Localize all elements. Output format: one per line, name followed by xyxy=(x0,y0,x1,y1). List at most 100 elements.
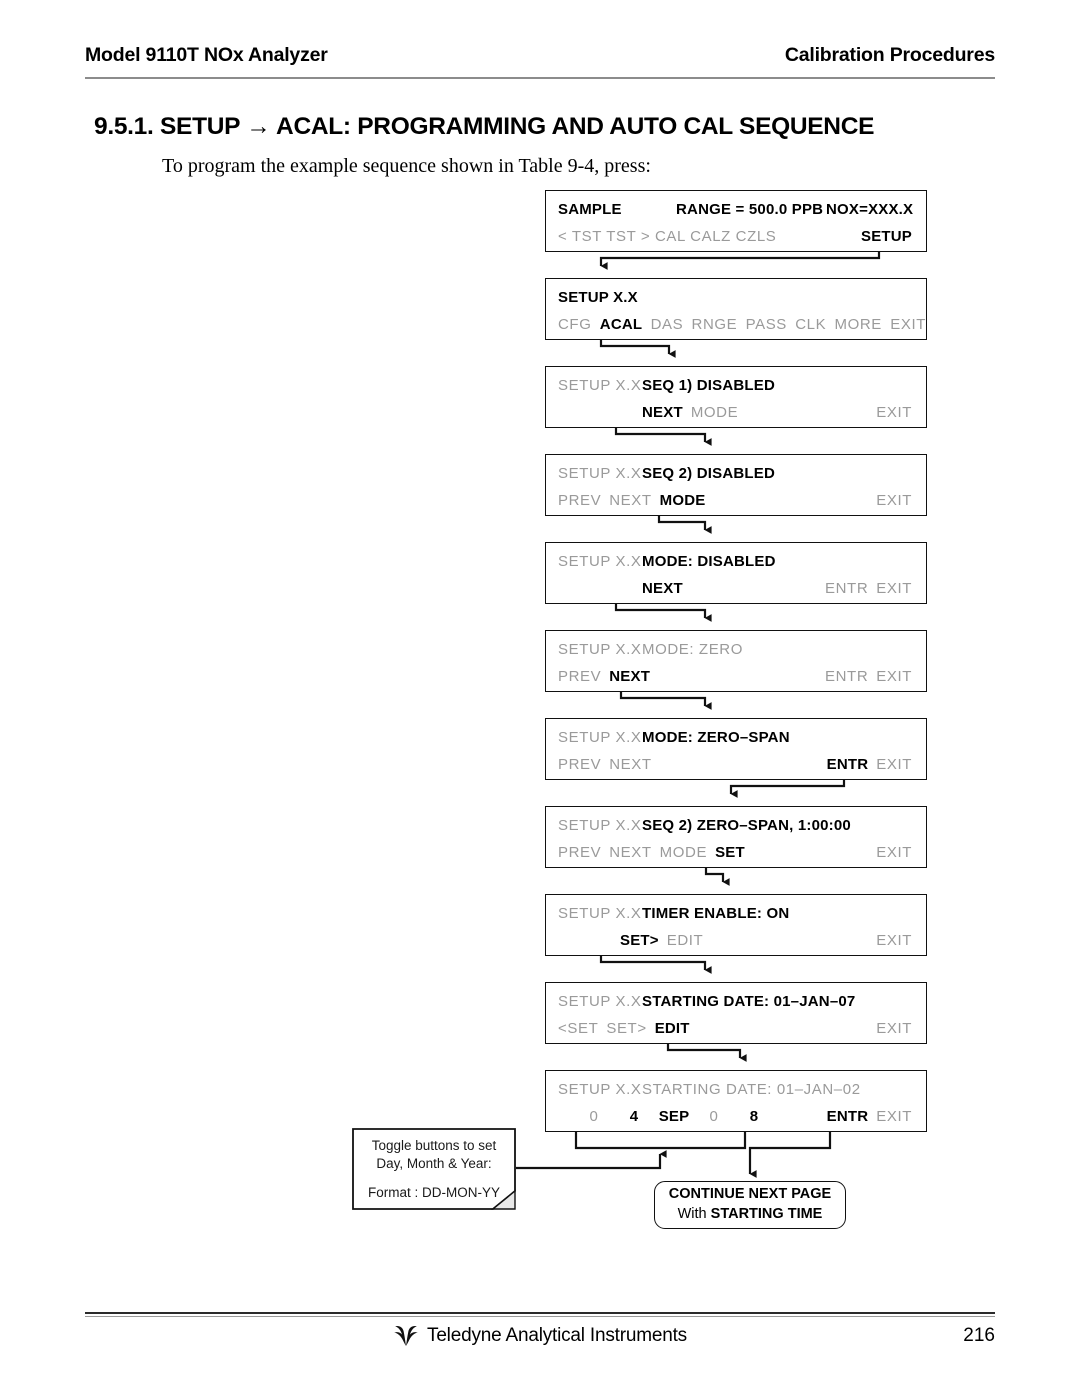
softkey-edit[interactable]: EDIT xyxy=(655,1020,690,1037)
softkey-setup[interactable]: SETUP xyxy=(861,228,926,245)
lcd-line-buttons: CFG ACAL DAS RNGE PASS CLK MORE EXIT xyxy=(546,313,926,335)
teledyne-logo-icon xyxy=(394,1326,418,1346)
softkey-exit[interactable]: EXIT xyxy=(890,316,926,333)
softkey-next[interactable]: NEXT xyxy=(609,668,650,685)
softkey-acal[interactable]: ACAL xyxy=(600,316,642,333)
softkey-entr[interactable]: ENTR xyxy=(825,668,868,685)
lcd-line-buttons: NEXT ENTR EXIT xyxy=(546,577,926,599)
lcd-panel-sample[interactable]: SAMPLE RANGE = 500.0 PPB NOX=XXX.X < TST… xyxy=(545,190,927,252)
lcd-line-top: SETUP X.X MODE: ZERO–SPAN xyxy=(546,726,926,748)
date-digit-day-ones[interactable]: 4 xyxy=(614,1108,654,1125)
softkey-set[interactable]: SET xyxy=(715,844,745,861)
lcd-line-top: SETUP X.X SEQ 1) DISABLED xyxy=(546,374,926,396)
softkey-edit[interactable]: EDIT xyxy=(667,932,704,949)
panel-title: SEQ 2) DISABLED xyxy=(642,464,776,482)
softkey-exit[interactable]: EXIT xyxy=(876,580,926,597)
softkey-entr[interactable]: ENTR xyxy=(825,580,868,597)
lcd-panel-mode-zero-span[interactable]: SETUP X.X MODE: ZERO–SPAN PREV NEXT ENTR… xyxy=(545,718,927,780)
lcd-panel-seq2[interactable]: SETUP X.X SEQ 2) DISABLED PREV NEXT MODE… xyxy=(545,454,927,516)
lcd-panel-seq2-zero-span[interactable]: SETUP X.X SEQ 2) ZERO–SPAN, 1:00:00 PREV… xyxy=(545,806,927,868)
footer-divider xyxy=(85,1312,995,1314)
date-digit-year-ones[interactable]: 8 xyxy=(734,1108,774,1125)
date-digit-day-tens[interactable]: 0 xyxy=(574,1108,614,1125)
softkey-next[interactable]: NEXT xyxy=(642,580,683,597)
softkey-exit[interactable]: EXIT xyxy=(876,1020,926,1037)
lcd-panel-seq1[interactable]: SETUP X.X SEQ 1) DISABLED NEXT MODE EXIT xyxy=(545,366,927,428)
header-left-title: Model 9110T NOx Analyzer xyxy=(85,44,328,66)
softkey-clk[interactable]: CLK xyxy=(795,316,826,333)
continue-line-2-bold: STARTING TIME xyxy=(710,1206,823,1222)
softkey-rnge[interactable]: RNGE xyxy=(692,316,738,333)
lcd-panel-starting-date[interactable]: SETUP X.X STARTING DATE: 01–JAN–07 <SET … xyxy=(545,982,927,1044)
softkey-exit[interactable]: EXIT xyxy=(876,492,926,509)
page-footer: Teledyne Analytical Instruments 216 xyxy=(85,1325,995,1355)
softkey-cfg[interactable]: CFG xyxy=(546,316,591,333)
softkey-prev[interactable]: PREV xyxy=(546,492,601,509)
softkey-prev[interactable]: PREV xyxy=(546,844,601,861)
note-line-3: Format : DD-MON-YY xyxy=(367,1185,500,1201)
continue-line-2: With STARTING TIME xyxy=(678,1205,823,1225)
panel-prefix: SETUP X.X xyxy=(558,816,642,834)
softkey-mode[interactable]: MODE xyxy=(660,844,707,861)
page-header: Model 9110T NOx Analyzer Calibration Pro… xyxy=(85,44,995,67)
softkey-next[interactable]: NEXT xyxy=(609,492,651,509)
lcd-panel-mode-zero[interactable]: SETUP X.X MODE: ZERO PREV NEXT ENTR EXIT xyxy=(545,630,927,692)
lcd-line-top: SETUP X.X STARTING DATE: 01–JAN–07 xyxy=(546,990,926,1012)
intro-paragraph: To program the example sequence shown in… xyxy=(162,155,651,177)
header-right-title: Calibration Procedures xyxy=(784,44,995,66)
lcd-line-buttons: PREV NEXT MODE SET EXIT xyxy=(546,841,926,863)
date-digit-month[interactable]: SEP xyxy=(654,1108,694,1125)
softkey-exit[interactable]: EXIT xyxy=(876,404,926,421)
softkey-prev[interactable]: PREV xyxy=(546,668,601,685)
lcd-line-top: SETUP X.X SEQ 2) DISABLED xyxy=(546,462,926,484)
softkey-set-next[interactable]: SET> xyxy=(620,932,659,949)
continue-line-2-prefix: With xyxy=(677,1206,711,1222)
softkey-prev[interactable]: PREV xyxy=(546,756,601,773)
panel-title: MODE: DISABLED xyxy=(642,552,776,570)
panel-prefix: SETUP X.X xyxy=(558,904,642,922)
panel-title: MODE: ZERO–SPAN xyxy=(642,728,790,746)
note-callout: Toggle buttons to set Day, Month & Year:… xyxy=(352,1128,516,1210)
panel-title: MODE: ZERO xyxy=(642,640,744,658)
setup-title: SETUP X.X xyxy=(558,288,638,306)
lcd-line-top: SETUP X.X SEQ 2) ZERO–SPAN, 1:00:00 xyxy=(546,814,926,836)
softkey-set-prev[interactable]: <SET xyxy=(546,1020,598,1037)
softkey-more[interactable]: MORE xyxy=(835,316,882,333)
softkey-mode[interactable]: MODE xyxy=(691,404,738,421)
panel-title: STARTING DATE: 01–JAN–07 xyxy=(642,992,856,1010)
lcd-panel-setup-menu[interactable]: SETUP X.X CFG ACAL DAS RNGE PASS CLK MOR… xyxy=(545,278,927,340)
continue-line-1: CONTINUE NEXT PAGE xyxy=(668,1186,832,1203)
softkey-set-next[interactable]: SET> xyxy=(606,1020,646,1037)
lcd-panel-starting-date-edit[interactable]: SETUP X.X STARTING DATE: 01–JAN–02 0 4 S… xyxy=(545,1070,927,1132)
softkey-das[interactable]: DAS xyxy=(651,316,684,333)
lcd-panel-timer-enable[interactable]: SETUP X.X TIMER ENABLE: ON SET> EDIT EXI… xyxy=(545,894,927,956)
panel-prefix: SETUP X.X xyxy=(558,376,642,394)
softkey-next[interactable]: NEXT xyxy=(609,844,651,861)
footer-company-group: Teledyne Analytical Instruments xyxy=(85,1325,995,1347)
softkey-exit[interactable]: EXIT xyxy=(876,1108,926,1125)
date-digit-year-tens[interactable]: 0 xyxy=(694,1108,734,1125)
range-readout: RANGE = 500.0 PPB xyxy=(676,200,824,218)
softkey-exit[interactable]: EXIT xyxy=(876,844,926,861)
lcd-line-buttons: PREV NEXT ENTR EXIT xyxy=(546,665,926,687)
panel-title: SEQ 1) DISABLED xyxy=(642,376,776,394)
softkey-entr[interactable]: ENTR xyxy=(827,1108,869,1125)
softkey-next[interactable]: NEXT xyxy=(642,404,683,421)
softkey-mode[interactable]: MODE xyxy=(660,492,706,509)
softkey-exit[interactable]: EXIT xyxy=(876,668,926,685)
softkey-next[interactable]: NEXT xyxy=(609,756,651,773)
softkey-group-tst[interactable]: < TST TST > CAL CALZ CZLS xyxy=(546,228,776,245)
lcd-panel-mode-disabled[interactable]: SETUP X.X MODE: DISABLED NEXT ENTR EXIT xyxy=(545,542,927,604)
softkey-pass[interactable]: PASS xyxy=(746,316,787,333)
softkey-entr[interactable]: ENTR xyxy=(827,756,869,773)
softkey-exit[interactable]: EXIT xyxy=(876,932,926,949)
note-line-1: Toggle buttons to set xyxy=(371,1138,497,1153)
lcd-line-buttons: NEXT MODE EXIT xyxy=(546,401,926,423)
continue-next-page-box: CONTINUE NEXT PAGE With STARTING TIME xyxy=(654,1181,846,1229)
lcd-line-buttons: SET> EDIT EXIT xyxy=(546,929,926,951)
panel-prefix: SETUP X.X xyxy=(558,464,642,482)
softkey-exit[interactable]: EXIT xyxy=(876,756,926,773)
panel-prefix: SETUP X.X xyxy=(558,552,642,570)
note-line-2: Day, Month & Year: xyxy=(376,1156,492,1172)
panel-title: STARTING DATE: 01–JAN–02 xyxy=(642,1080,861,1098)
